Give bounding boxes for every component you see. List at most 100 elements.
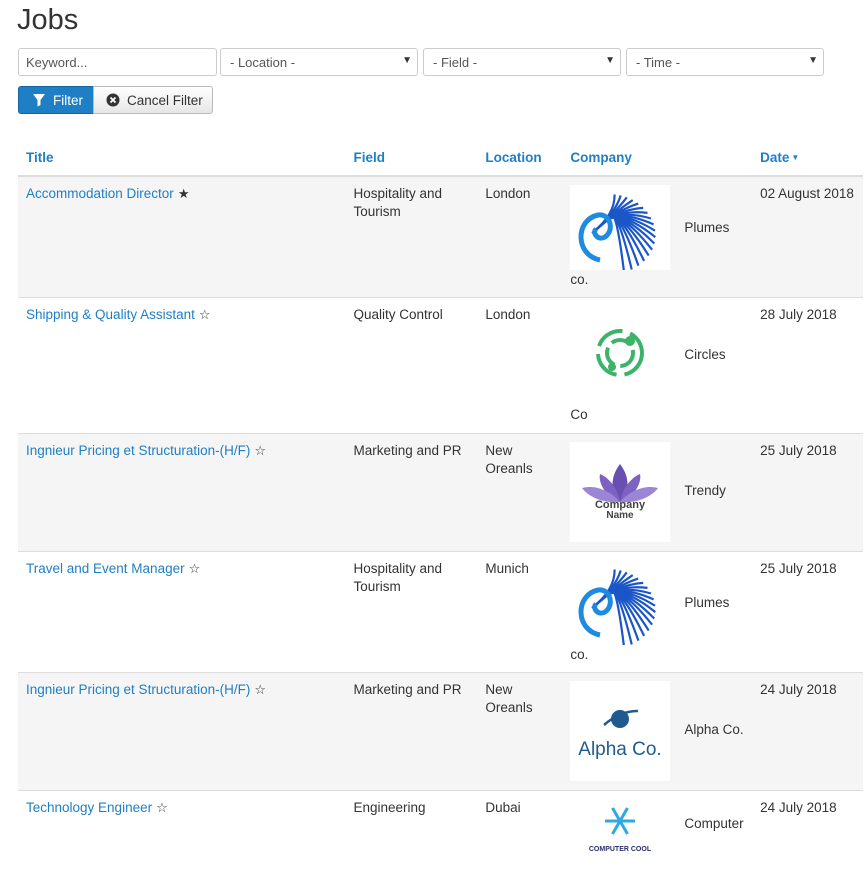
title-cell: Ingnieur Pricing et Structuration-(H/F) ☆: [18, 673, 346, 791]
star-outline-icon[interactable]: ☆: [199, 307, 211, 322]
job-title-link[interactable]: Travel and Event Manager: [26, 561, 185, 576]
table-row: Travel and Event Manager ☆ Hospitality and…: [18, 552, 863, 673]
company-name: Computer: [684, 815, 743, 833]
filter-button[interactable]: Filter: [18, 86, 94, 114]
job-title-link[interactable]: Ingnieur Pricing et Structuration-(H/F): [26, 443, 250, 458]
company-name: Circles: [684, 346, 725, 364]
title-cell: Shipping & Quality Assistant ☆: [18, 298, 346, 434]
location-select-value: - Location -: [230, 55, 295, 70]
column-header-date[interactable]: Date▼: [752, 140, 863, 176]
svg-text:Alpha Co.: Alpha Co.: [579, 739, 662, 760]
field-cell: Engineering: [346, 791, 478, 891]
alpha-logo: Alpha Co.: [570, 681, 670, 781]
job-location: Munich: [485, 561, 529, 576]
table-row: Accommodation Director ★ Hospitality and T…: [18, 176, 863, 298]
company-cell: Alpha Co.Alpha Co.: [562, 673, 752, 791]
title-cell: Travel and Event Manager ☆: [18, 552, 346, 673]
job-date: 24 July 2018: [760, 682, 837, 697]
sort-desc-icon: ▼: [791, 153, 799, 162]
plumes-logo: [570, 560, 670, 645]
date-cell: 28 July 2018: [752, 298, 863, 434]
plumes-logo: [570, 185, 670, 270]
company-cell: Plumes co.: [562, 552, 752, 673]
job-date: 28 July 2018: [760, 307, 837, 322]
job-field: Hospitality and Tourism: [354, 186, 443, 219]
job-field: Marketing and PR: [354, 682, 462, 697]
job-title-link[interactable]: Technology Engineer: [26, 800, 152, 815]
field-cell: Marketing and PR: [346, 434, 478, 552]
column-header-field[interactable]: Field: [346, 140, 478, 176]
column-header-location[interactable]: Location: [477, 140, 562, 176]
job-field: Marketing and PR: [354, 443, 462, 458]
field-cell: Hospitality and Tourism: [346, 176, 478, 298]
date-cell: 25 July 2018: [752, 552, 863, 673]
location-cell: New Oreanls: [477, 673, 562, 791]
location-cell: Dubai: [477, 791, 562, 891]
company-name-suffix: Co: [570, 406, 587, 424]
job-date: 25 July 2018: [760, 561, 837, 576]
jobs-table: Title Field Location Company Date▼ Accom…: [18, 140, 863, 891]
job-location: London: [485, 186, 530, 201]
title-cell: Accommodation Director ★: [18, 176, 346, 298]
time-select-value: - Time -: [636, 55, 680, 70]
column-header-company[interactable]: Company: [562, 140, 752, 176]
job-date: 25 July 2018: [760, 443, 837, 458]
company-cell: Circles Co: [562, 298, 752, 434]
column-header-location-label: Location: [485, 150, 541, 165]
location-cell: New Oreanls: [477, 434, 562, 552]
job-date: 24 July 2018: [760, 800, 837, 815]
job-title-link[interactable]: Shipping & Quality Assistant: [26, 307, 195, 322]
job-location: London: [485, 307, 530, 322]
title-cell: Ingnieur Pricing et Structuration-(H/F) ☆: [18, 434, 346, 552]
column-header-company-label: Company: [570, 150, 632, 165]
job-field: Engineering: [354, 800, 426, 815]
job-title-link[interactable]: Ingnieur Pricing et Structuration-(H/F): [26, 682, 250, 697]
job-field: Hospitality and Tourism: [354, 561, 443, 594]
table-row: Shipping & Quality Assistant ☆ Quality Con…: [18, 298, 863, 434]
location-select[interactable]: - Location - ▼: [220, 48, 418, 76]
table-row: Ingnieur Pricing et Structuration-(H/F) ☆…: [18, 434, 863, 552]
cancel-filter-button-label: Cancel Filter: [127, 93, 203, 108]
company-cell: Plumesco.: [562, 176, 752, 298]
date-cell: 25 July 2018: [752, 434, 863, 552]
star-outline-icon[interactable]: ☆: [156, 800, 168, 815]
close-circle-icon: [106, 93, 120, 107]
caret-down-icon: ▼: [402, 55, 412, 66]
svg-text:Name: Name: [607, 510, 635, 521]
table-header-row: Title Field Location Company Date▼: [18, 140, 863, 176]
company-name: Plumes: [684, 219, 729, 237]
job-title-link[interactable]: Accommodation Director: [26, 186, 174, 201]
column-header-title[interactable]: Title: [18, 140, 346, 176]
caret-down-icon: ▼: [605, 55, 615, 66]
field-select[interactable]: - Field - ▼: [423, 48, 621, 76]
star-filled-icon[interactable]: ★: [178, 186, 190, 201]
field-cell: Marketing and PR: [346, 673, 478, 791]
trendy-logo: CompanyName: [570, 442, 670, 542]
location-cell: Munich: [477, 552, 562, 673]
date-cell: 24 July 2018: [752, 673, 863, 791]
star-outline-icon[interactable]: ☆: [254, 682, 266, 697]
title-cell: Technology Engineer ☆: [18, 791, 346, 891]
page-title: Jobs: [17, 4, 78, 37]
column-header-field-label: Field: [354, 150, 386, 165]
star-outline-icon[interactable]: ☆: [254, 443, 266, 458]
job-location: Dubai: [485, 800, 520, 815]
table-row: Ingnieur Pricing et Structuration-(H/F) ☆…: [18, 673, 863, 791]
company-cell: COMPUTER COOL Computer: [562, 791, 752, 891]
svg-text:COMPUTER COOL: COMPUTER COOL: [589, 846, 652, 853]
company-name: Plumes: [684, 594, 729, 612]
company-name: Trendy: [684, 482, 726, 500]
column-header-title-label: Title: [26, 150, 54, 165]
cancel-filter-button[interactable]: Cancel Filter: [93, 86, 213, 114]
keyword-input[interactable]: [18, 48, 217, 76]
field-cell: Quality Control: [346, 298, 478, 434]
time-select[interactable]: - Time - ▼: [626, 48, 824, 76]
location-cell: London: [477, 176, 562, 298]
star-outline-icon[interactable]: ☆: [189, 561, 201, 576]
job-location: New Oreanls: [485, 682, 532, 715]
caret-down-icon: ▼: [808, 55, 818, 66]
field-select-value: - Field -: [433, 55, 477, 70]
date-cell: 24 July 2018: [752, 791, 863, 891]
table-row: Technology Engineer ☆ Engineering Dubai COMP…: [18, 791, 863, 891]
company-name-suffix: co.: [570, 646, 588, 664]
